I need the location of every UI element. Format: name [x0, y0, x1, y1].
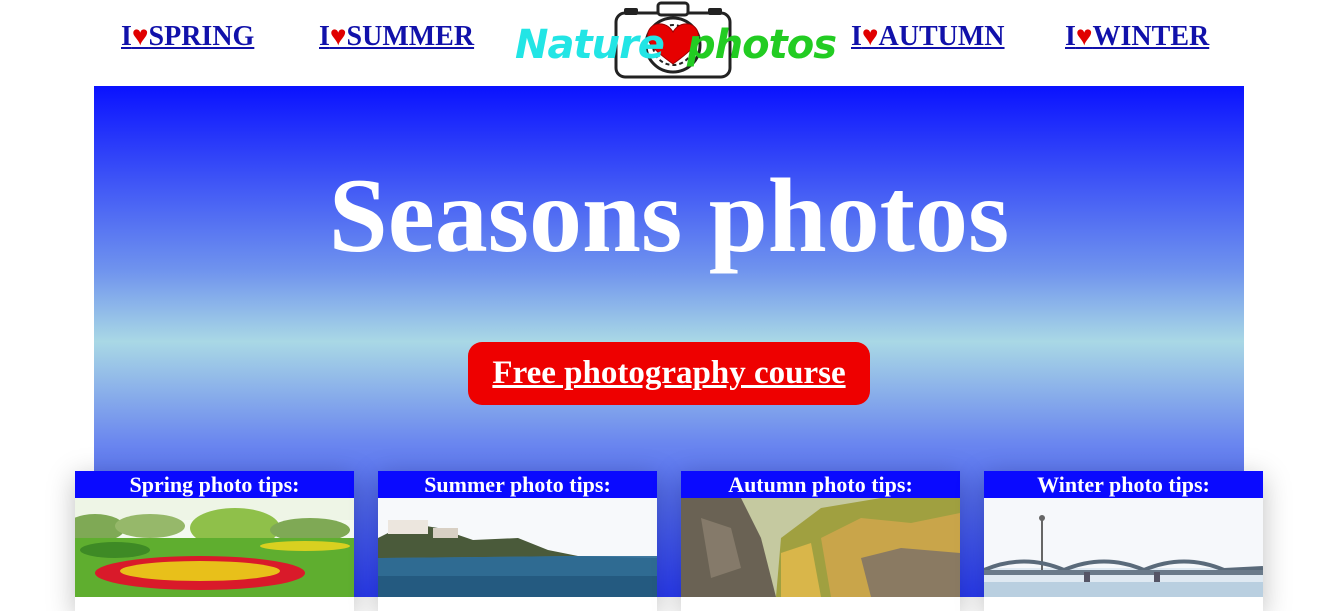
free-course-button[interactable]: Free photography course	[468, 342, 870, 405]
winter-photo[interactable]	[984, 498, 1263, 597]
nav-link-autumn[interactable]: I♥AUTUMN	[851, 20, 1005, 54]
site-logo[interactable]: Nature photos	[512, 0, 837, 86]
nav-prefix: I	[319, 21, 330, 52]
nav-link-spring[interactable]: I♥SPRING	[121, 20, 254, 54]
nav-label: SPRING	[148, 21, 255, 52]
nav-prefix: I	[851, 21, 862, 52]
nav-label: SUMMER	[346, 21, 475, 52]
heart-icon: ♥	[329, 21, 347, 52]
card-autumn-tips[interactable]: Autumn photo tips:	[681, 471, 960, 611]
page-title: Seasons photos	[328, 157, 1010, 274]
logo-text-nature: Nature	[515, 22, 665, 68]
nav-link-summer[interactable]: I♥SUMMER	[319, 20, 474, 54]
card-title: Autumn photo tips:	[681, 471, 960, 498]
card-title: Summer photo tips:	[378, 471, 657, 498]
heart-icon: ♥	[131, 21, 149, 52]
spring-photo[interactable]	[75, 498, 354, 597]
nav-prefix: I	[121, 21, 132, 52]
logo-text-photos: photos	[687, 22, 837, 68]
autumn-photo[interactable]	[681, 498, 960, 597]
card-summer-tips[interactable]: Summer photo tips:	[378, 471, 657, 611]
summer-photo[interactable]	[378, 498, 657, 597]
nav-prefix: I	[1065, 21, 1076, 52]
card-title: Spring photo tips:	[75, 471, 354, 498]
heart-icon: ♥	[1075, 21, 1093, 52]
nav-label: AUTUMN	[878, 21, 1005, 52]
card-title: Winter photo tips:	[984, 471, 1263, 498]
nav-link-winter[interactable]: I♥WINTER	[1065, 20, 1209, 54]
nav-label: WINTER	[1092, 21, 1210, 52]
card-winter-tips[interactable]: Winter photo tips:	[984, 471, 1263, 611]
heart-icon: ♥	[861, 21, 879, 52]
card-spring-tips[interactable]: Spring photo tips:	[75, 471, 354, 611]
